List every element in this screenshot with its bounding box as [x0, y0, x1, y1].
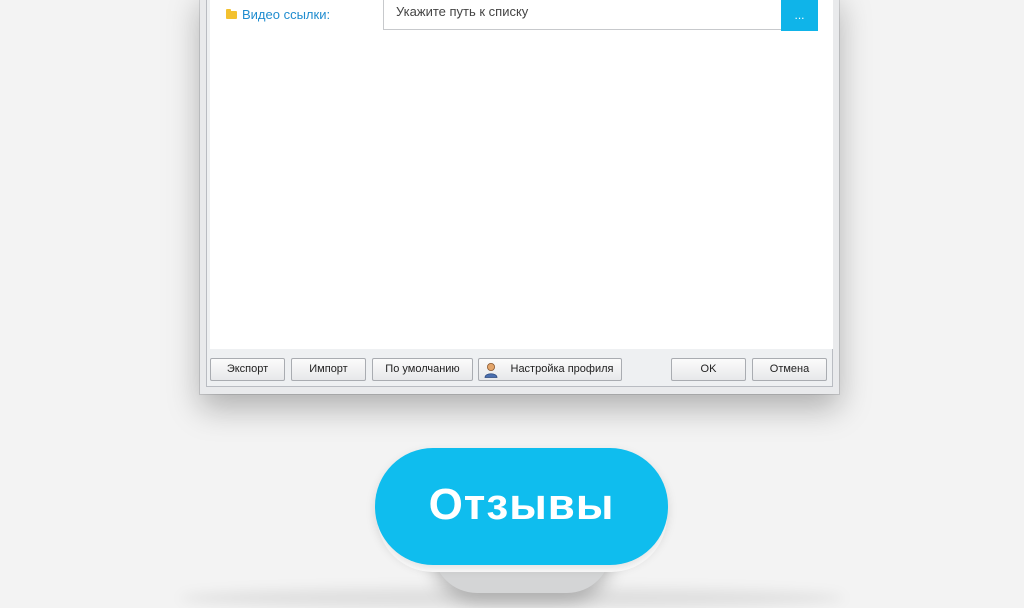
- folder-icon: [226, 8, 237, 19]
- browse-button[interactable]: ...: [781, 0, 818, 31]
- ok-button[interactable]: OK: [671, 358, 746, 381]
- cancel-button[interactable]: Отмена: [752, 358, 827, 381]
- default-button[interactable]: По умолчанию: [372, 358, 473, 381]
- dialog-frame: Видео ссылки: Укажите путь к списку ... …: [206, 0, 833, 387]
- settings-panel: Видео ссылки: Укажите путь к списку ...: [210, 0, 833, 349]
- video-links-label-row: Видео ссылки:: [226, 7, 330, 22]
- video-links-label: Видео ссылки:: [242, 7, 331, 22]
- user-icon: [484, 363, 498, 378]
- video-links-path-input[interactable]: Укажите путь к списку: [383, 0, 782, 30]
- export-button[interactable]: Экспорт: [210, 358, 285, 381]
- profile-settings-label: Настройка профиля: [510, 363, 614, 375]
- import-button[interactable]: Импорт: [291, 358, 366, 381]
- reviews-button[interactable]: Отзывы: [375, 448, 668, 565]
- settings-dialog: Видео ссылки: Укажите путь к списку ... …: [200, 0, 839, 394]
- profile-settings-button[interactable]: Настройка профиля: [478, 358, 622, 381]
